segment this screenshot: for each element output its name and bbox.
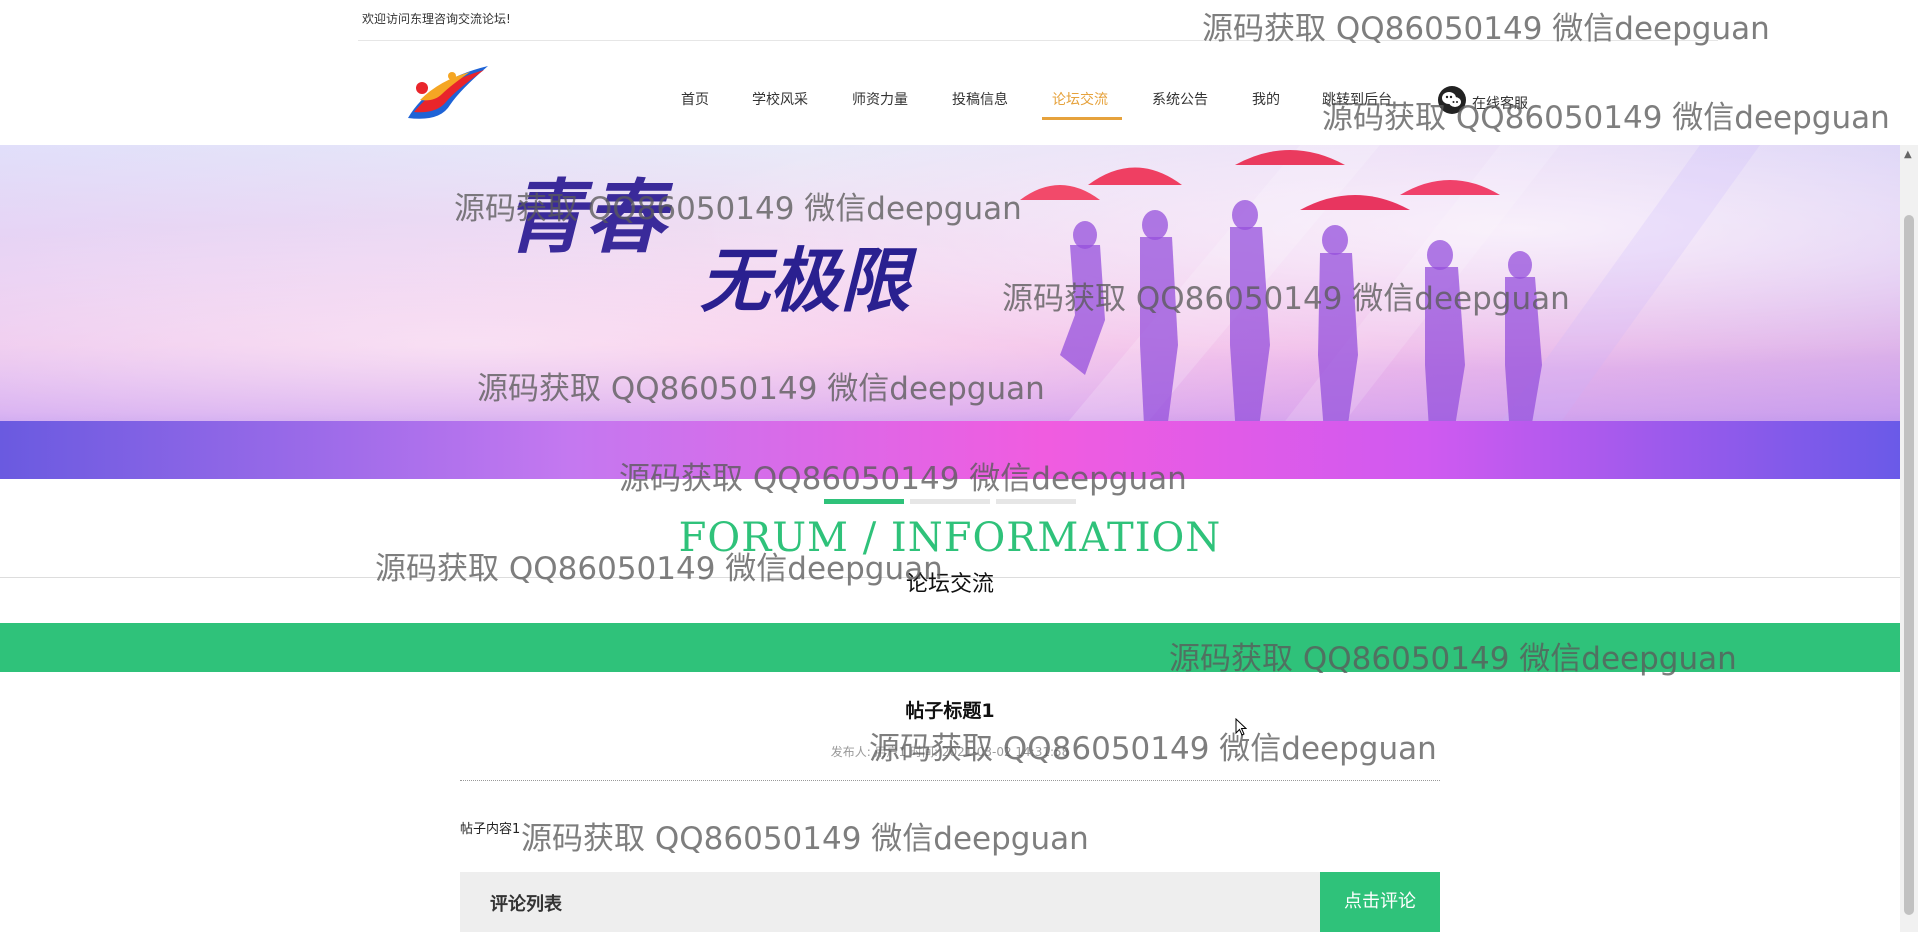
page-scrollbar[interactable]: ▲ (1900, 145, 1918, 932)
carousel-dot-3[interactable] (996, 499, 1076, 504)
post-title: 帖子标题1 (905, 700, 995, 722)
section-title-cn: 论坛交流 (905, 572, 994, 597)
nav-active-underline (1042, 117, 1122, 120)
scroll-thumb[interactable] (1904, 215, 1914, 915)
nav-item-teachers[interactable]: 师资力量 (852, 89, 908, 109)
post-meta: 发布人: 用户1 时间: 2021-03-02 14:31:58 (830, 745, 1070, 759)
hero-banner: 青春 无极限 (0, 145, 1900, 479)
add-comment-button[interactable]: 点击评论 (1320, 872, 1440, 932)
site-logo[interactable] (400, 60, 490, 130)
section-title-en: FORUM / INFORMATION (678, 515, 1222, 561)
nav-item-submissions[interactable]: 投稿信息 (952, 89, 1008, 109)
comments-header: 评论列表 点击评论 (460, 872, 1440, 932)
nav-item-home[interactable]: 首页 (681, 89, 709, 109)
nav-item-forum[interactable]: 论坛交流 (1052, 89, 1108, 109)
logo-icon (408, 66, 488, 119)
nav-item-mine[interactable]: 我的 (1252, 89, 1280, 109)
top-bar: 欢迎访问东理咨询交流论坛! (358, 0, 1718, 41)
carousel-dot-1[interactable] (824, 499, 904, 504)
scroll-up-icon[interactable]: ▲ (1904, 149, 1912, 160)
nav-item-school[interactable]: 学校风采 (752, 89, 808, 109)
banner-slogan-line2: 无极限 (700, 239, 918, 322)
mouse-cursor-icon (1235, 718, 1247, 736)
carousel-dot-2[interactable] (910, 499, 990, 504)
comments-title: 评论列表 (490, 894, 562, 915)
wechat-icon (1438, 86, 1466, 114)
online-service-label: 在线客服 (1472, 96, 1528, 112)
banner-slogan-line1: 青春 (505, 170, 674, 264)
welcome-text: 欢迎访问东理咨询交流论坛! (362, 12, 511, 26)
site-header: 首页 学校风采 师资力量 投稿信息 论坛交流 系统公告 我的 跳转到后台 在线客… (0, 41, 1918, 145)
nav-item-admin[interactable]: 跳转到后台 (1322, 89, 1392, 109)
nav-item-announcements[interactable]: 系统公告 (1152, 89, 1208, 109)
green-divider-bar (0, 623, 1900, 672)
watermark-text: 源码获取 QQ86050149 微信deepguan (521, 821, 1089, 857)
post-divider (460, 780, 1440, 781)
post-content: 帖子内容1 (460, 822, 521, 837)
